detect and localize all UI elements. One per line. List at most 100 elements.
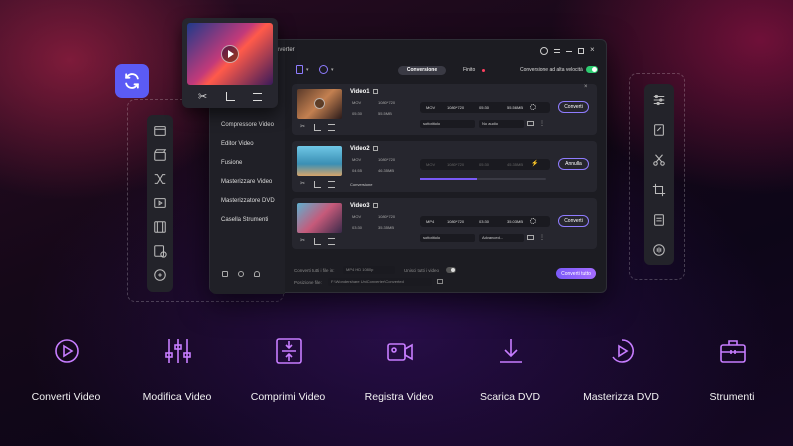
out-format: MOV [426, 162, 436, 167]
download-icon [496, 336, 526, 366]
video-resolution: 1080*720 [378, 157, 396, 162]
convert-button[interactable]: Converti [558, 101, 589, 113]
audio-select[interactable]: Advanced... [479, 234, 524, 242]
menu-icon[interactable] [554, 49, 560, 53]
close-icon[interactable]: × [590, 45, 595, 54]
settings-list-icon[interactable] [328, 124, 335, 131]
minimize-icon[interactable] [566, 51, 572, 52]
record-icon[interactable] [153, 196, 167, 210]
user-icon[interactable] [254, 271, 260, 277]
maximize-icon[interactable] [578, 48, 584, 54]
menu-burn-video[interactable]: Masterizzare Video [221, 179, 272, 185]
merge-toggle[interactable] [446, 267, 456, 273]
convert-video-icon [52, 336, 82, 366]
video-title: Video2 [350, 146, 370, 152]
folder-icon[interactable] [437, 279, 443, 284]
sync-icon[interactable] [115, 64, 149, 98]
volume-icon[interactable] [652, 243, 666, 257]
feature-label: Converti Video [31, 391, 101, 403]
edit-icon[interactable] [652, 123, 666, 137]
menu-dvd[interactable]: Masterizzatore DVD [221, 198, 275, 204]
toolbox-icon [718, 336, 748, 366]
camera-icon [385, 336, 415, 366]
output-format-select[interactable]: MP4 HD 1080p [343, 266, 395, 274]
play-icon[interactable] [314, 98, 325, 109]
preview-image[interactable] [187, 23, 273, 85]
merge-icon[interactable] [153, 172, 167, 186]
subtitle-icon[interactable] [527, 235, 534, 240]
book-icon[interactable] [222, 271, 228, 277]
crop-icon[interactable] [226, 92, 235, 101]
document-icon[interactable] [652, 213, 666, 227]
scissors-icon[interactable]: ✂ [198, 90, 207, 103]
compress-icon [274, 336, 304, 366]
output-path-select[interactable]: F:\Wondershare UniConverter\Converted [328, 278, 432, 286]
video-card-3: ✂ Video3 MOV 1080*720 03:30 35.35MB MP4 … [292, 198, 597, 249]
out-duration: 03:30 [479, 219, 490, 224]
progress-bar [420, 178, 546, 180]
menu-toolbox[interactable]: Casella Strumenti [221, 217, 268, 223]
video-thumbnail[interactable] [297, 203, 342, 233]
high-speed-toggle[interactable] [586, 66, 598, 73]
settings-list-icon[interactable] [253, 93, 262, 101]
out-size: 45.35MB [507, 162, 524, 167]
video-thumbnail[interactable] [297, 89, 342, 119]
out-format: MOV [426, 105, 436, 110]
video-duration: 03:30 [352, 225, 363, 230]
convert-icon[interactable] [153, 124, 167, 138]
out-duration: 05:30 [479, 162, 490, 167]
tab-done[interactable]: Finito [463, 67, 475, 73]
scissors-icon[interactable]: ✂ [300, 123, 307, 130]
video-title: Video1 [350, 89, 370, 95]
more-icon[interactable]: ⋮ [539, 234, 545, 241]
clapper-icon[interactable] [153, 148, 167, 162]
add-file-icon[interactable] [296, 65, 303, 74]
help-icon[interactable] [238, 271, 244, 277]
crop-icon[interactable] [652, 183, 666, 197]
convert-all-button[interactable]: Converti tutto [556, 268, 596, 279]
cancel-button[interactable]: Annulla [558, 158, 589, 170]
convert-button[interactable]: Converti [558, 215, 589, 227]
toolbox-icon[interactable] [153, 268, 167, 282]
feature-label: Scarica DVD [479, 391, 541, 403]
settings-list-icon[interactable] [328, 238, 335, 245]
left-tool-strip [147, 115, 173, 292]
burn-dvd-icon [607, 336, 637, 366]
menu-merge[interactable]: Fusione [221, 160, 242, 166]
add-media-icon[interactable] [319, 65, 328, 74]
more-icon[interactable]: ⋮ [539, 120, 545, 127]
video-resolution: 1080*720 [378, 100, 396, 105]
menu-compress[interactable]: Compressore Video [221, 122, 274, 128]
subtitle-select[interactable]: sottotitolo [420, 234, 475, 242]
scissors-icon[interactable]: ✂ [300, 180, 307, 187]
gear-icon[interactable] [530, 104, 536, 110]
crop-icon[interactable] [314, 238, 321, 245]
notification-dot [482, 69, 485, 72]
crop-icon[interactable] [314, 124, 321, 131]
merge-label: Unisci tutti i video [404, 268, 440, 273]
video-duration: 04:55 [352, 168, 363, 173]
tab-conversion[interactable]: Conversione [398, 66, 446, 75]
menu-editor[interactable]: Editor Video [221, 141, 254, 147]
sliders-icon[interactable] [652, 93, 666, 107]
scissors-icon[interactable]: ✂ [300, 237, 307, 244]
account-icon[interactable] [540, 47, 548, 55]
video-duration: 05:30 [352, 111, 363, 116]
subtitle-icon[interactable] [527, 121, 534, 126]
edit-name-icon[interactable] [373, 146, 378, 151]
video-thumbnail[interactable] [297, 146, 342, 176]
audio-select[interactable]: No audio [479, 120, 524, 128]
edit-name-icon[interactable] [373, 89, 378, 94]
film-icon[interactable] [153, 220, 167, 234]
close-icon[interactable]: × [584, 84, 588, 90]
chevron-down-icon[interactable]: ▾ [331, 67, 334, 73]
chevron-down-icon[interactable]: ▾ [306, 67, 309, 73]
settings-list-icon[interactable] [328, 181, 335, 188]
edit-name-icon[interactable] [373, 203, 378, 208]
subtitle-select[interactable]: sottotitolo [420, 120, 475, 128]
scissors-icon[interactable] [652, 153, 666, 167]
gear-icon[interactable] [530, 218, 536, 224]
crop-icon[interactable] [314, 181, 321, 188]
dvd-icon[interactable] [153, 244, 167, 258]
right-tool-strip [644, 84, 674, 265]
